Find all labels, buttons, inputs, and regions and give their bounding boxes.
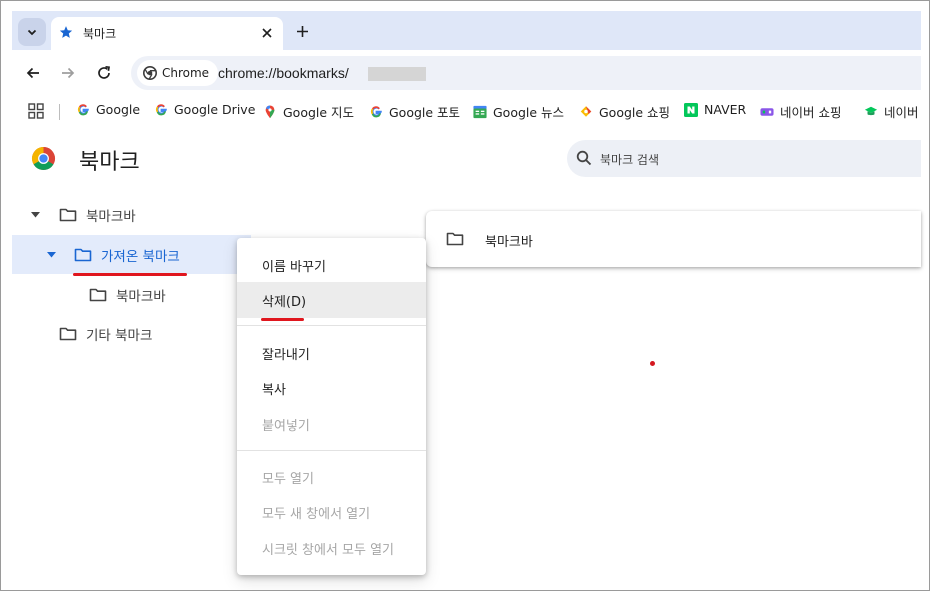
star-icon xyxy=(59,26,73,38)
menu-item-cut[interactable]: 잘라내기 xyxy=(237,335,426,371)
bookmark-google-photos[interactable]: Google 포토 xyxy=(369,102,460,121)
menu-item-rename[interactable]: 이름 바꾸기 xyxy=(237,247,426,283)
bookmark-label: Google 뉴스 xyxy=(493,105,565,120)
bookmark-list-item[interactable]: 북마크바 xyxy=(426,211,921,267)
tab-title: 북마크 xyxy=(83,27,117,41)
bookmark-label: NAVER xyxy=(704,102,747,117)
bookmarks-bar-divider xyxy=(59,104,60,120)
context-menu: 이름 바꾸기 삭제(D) 잘라내기 복사 붙여넣기 모두 열기 모두 새 창에서… xyxy=(237,238,426,575)
back-arrow-icon xyxy=(26,67,39,79)
apps-grid-icon[interactable] xyxy=(28,103,44,119)
tab-search-button[interactable] xyxy=(18,18,46,46)
chrome-logo-icon xyxy=(143,66,157,80)
menu-item-open-all-new-window[interactable]: 모두 새 창에서 열기 xyxy=(237,494,426,530)
new-tab-button[interactable] xyxy=(292,21,312,41)
menu-item-open-all[interactable]: 모두 열기 xyxy=(237,459,426,495)
bookmarks-bar: Google Google Drive Google 지도 Google 포토 … xyxy=(12,96,921,126)
tab-strip: 북마크 xyxy=(12,11,921,50)
close-icon xyxy=(262,28,272,38)
folder-icon xyxy=(446,232,464,246)
forward-arrow-icon xyxy=(62,67,75,79)
menu-item-open-all-incognito[interactable]: 시크릿 창에서 모두 열기 xyxy=(237,530,426,566)
url-redaction xyxy=(368,67,426,81)
tree-item-label: 북마크바 xyxy=(86,208,136,225)
menu-divider xyxy=(237,450,426,451)
browser-window: 북마크 Chrome chrome://bookmarks/ Google Go… xyxy=(0,0,930,591)
menu-item-paste[interactable]: 붙여넣기 xyxy=(237,406,426,442)
naver-cap-icon xyxy=(864,105,878,119)
annotation-underline xyxy=(261,318,304,321)
url-text: chrome://bookmarks/ xyxy=(218,65,349,81)
google-icon xyxy=(369,105,383,119)
site-info-chip[interactable]: Chrome xyxy=(137,60,219,86)
toolbar: Chrome chrome://bookmarks/ xyxy=(12,50,921,96)
google-icon xyxy=(154,103,168,117)
bookmark-label: Google 지도 xyxy=(283,105,355,120)
menu-item-copy[interactable]: 복사 xyxy=(237,370,426,406)
naver-shopping-icon xyxy=(760,105,774,119)
annotation-dot xyxy=(650,361,655,366)
bookmark-label: Google Drive xyxy=(174,102,256,117)
tree-item-bookmark-bar[interactable]: 북마크바 xyxy=(12,195,251,234)
page-title: 북마크 xyxy=(79,150,140,175)
back-button[interactable] xyxy=(22,62,44,84)
chrome-logo-icon xyxy=(32,147,55,170)
google-shopping-icon xyxy=(579,105,593,119)
tree-item-imported-bookmark-bar[interactable]: 북마크바 xyxy=(12,275,251,314)
address-bar[interactable]: Chrome chrome://bookmarks/ xyxy=(131,56,921,90)
collapse-arrow-icon[interactable] xyxy=(30,210,40,220)
chevron-down-icon xyxy=(27,29,37,36)
plus-icon xyxy=(296,25,308,37)
bookmark-label: Google 쇼핑 xyxy=(599,105,671,120)
folder-icon xyxy=(74,248,92,261)
chip-label: Chrome xyxy=(162,66,210,80)
search-icon xyxy=(576,150,592,166)
forward-button[interactable] xyxy=(57,62,79,84)
bookmark-label: 네이버 xyxy=(884,105,919,120)
naver-icon xyxy=(684,102,698,117)
reload-button[interactable] xyxy=(93,62,115,84)
bookmark-naver-2[interactable]: 네이버 xyxy=(864,102,919,121)
folder-icon xyxy=(59,327,77,340)
bookmark-google-news[interactable]: Google 뉴스 xyxy=(473,102,564,121)
maps-pin-icon xyxy=(263,105,277,119)
folder-icon xyxy=(59,208,77,221)
tree-item-other-bookmarks[interactable]: 기타 북마크 xyxy=(12,314,251,353)
tree-item-label: 북마크바 xyxy=(116,288,166,305)
bookmark-label: Google xyxy=(96,102,141,117)
bookmark-google[interactable]: Google xyxy=(76,102,140,117)
bookmark-label: Google 포토 xyxy=(389,105,461,120)
bookmark-naver-shopping[interactable]: 네이버 쇼핑 xyxy=(760,102,841,121)
collapse-arrow-icon[interactable] xyxy=(46,250,56,260)
google-icon xyxy=(76,103,90,117)
menu-item-delete[interactable]: 삭제(D) xyxy=(237,282,426,318)
bookmark-google-drive[interactable]: Google Drive xyxy=(154,102,255,117)
tree-item-label: 기타 북마크 xyxy=(86,327,153,344)
tab-bookmarks[interactable]: 북마크 xyxy=(51,17,283,50)
reload-icon xyxy=(98,65,110,79)
google-news-icon xyxy=(473,105,487,119)
bookmark-google-shopping[interactable]: Google 쇼핑 xyxy=(579,102,670,121)
bookmark-search-input[interactable]: 북마크 검색 xyxy=(567,140,921,177)
tab-close-button[interactable] xyxy=(257,23,277,43)
tree-item-imported-bookmarks[interactable]: 가져온 북마크 xyxy=(12,235,251,274)
bookmark-label: 네이버 쇼핑 xyxy=(780,105,842,120)
tree-item-label: 가져온 북마크 xyxy=(101,248,180,265)
folder-icon xyxy=(89,288,107,301)
search-placeholder: 북마크 검색 xyxy=(600,153,660,167)
menu-divider xyxy=(237,325,426,326)
bookmark-list-item-label: 북마크바 xyxy=(485,235,533,250)
bookmark-naver[interactable]: NAVER xyxy=(684,102,746,117)
bookmark-google-maps[interactable]: Google 지도 xyxy=(263,102,354,121)
